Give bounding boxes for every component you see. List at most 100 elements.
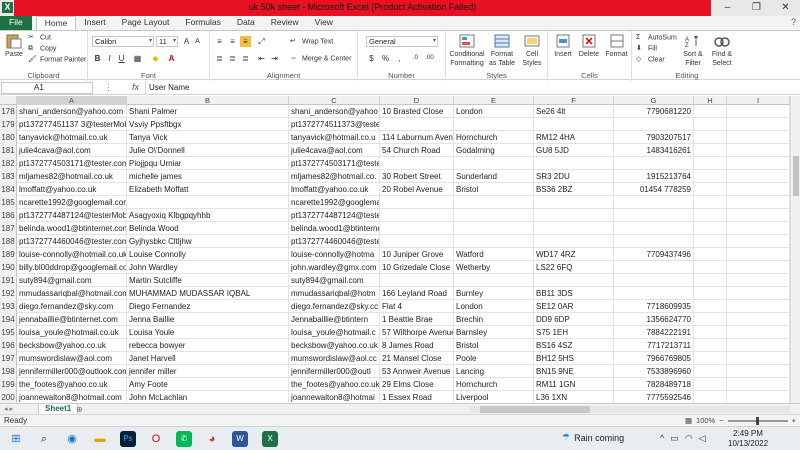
tab-insert[interactable]: Insert — [76, 16, 113, 30]
cell-f[interactable]: L36 1XN — [534, 391, 614, 403]
cell-d[interactable]: 30 Robert Street — [380, 170, 454, 183]
align-right-button[interactable]: ≣ — [240, 53, 251, 64]
bold-button[interactable]: B — [92, 53, 103, 64]
cell-i[interactable] — [727, 183, 790, 196]
cell-h[interactable] — [694, 326, 727, 339]
column-header-b[interactable]: B — [127, 96, 289, 105]
cell-h[interactable] — [694, 365, 727, 378]
cell-d[interactable]: 10 Grizedale Close — [380, 261, 454, 274]
cell-c[interactable]: pt1372774487124@testerMobile.com — [289, 209, 380, 222]
cell-g[interactable]: 7903207517 — [614, 131, 694, 144]
decrease-decimal-button[interactable]: .00 — [424, 53, 435, 64]
autosum-button[interactable]: Σ AutoSum — [636, 33, 677, 42]
tab-review[interactable]: Review — [263, 16, 307, 30]
merge-center-button[interactable]: ⇔ Merge & Center — [290, 54, 351, 63]
column-header-f[interactable]: F — [534, 96, 614, 105]
cell-a[interactable]: pt1372774487124@testerMobile.com — [17, 209, 127, 222]
cell-d[interactable] — [380, 157, 454, 170]
cell-e[interactable]: Bristol — [454, 183, 534, 196]
opera-icon[interactable]: O — [148, 431, 164, 447]
whatsapp-icon[interactable]: ✆ — [176, 431, 192, 447]
cell-i[interactable] — [727, 352, 790, 365]
cell-b[interactable]: Louisa Youle — [127, 326, 289, 339]
cell-e[interactable]: Lancing — [454, 365, 534, 378]
cell-d[interactable] — [380, 222, 454, 235]
cell-a[interactable]: lmoffatt@yahoo.co.uk — [17, 183, 127, 196]
formula-input[interactable]: User Name — [145, 81, 790, 95]
cell-h[interactable] — [694, 391, 727, 403]
cell-e[interactable]: London — [454, 300, 534, 313]
excel-taskbar-icon[interactable]: X — [262, 431, 278, 447]
cell-i[interactable] — [727, 378, 790, 391]
cell-a[interactable]: suty894@gmail.com — [17, 274, 127, 287]
row-header[interactable]: 178 — [0, 105, 17, 118]
cell-c[interactable]: pt1372774503171@tester.com — [289, 157, 380, 170]
cell-i[interactable] — [727, 248, 790, 261]
cell-c[interactable]: Jennabaillie@btintern — [289, 313, 380, 326]
cell-d[interactable]: 29 Elms Close — [380, 378, 454, 391]
align-top-button[interactable]: ≡ — [214, 36, 225, 47]
weather-widget[interactable]: ☂ Rain coming — [562, 432, 624, 443]
cell-h[interactable] — [694, 209, 727, 222]
chrome-icon[interactable]: ◕ — [204, 431, 220, 447]
horizontal-scrollbar[interactable] — [470, 406, 790, 413]
cell-a[interactable]: jennabaillie@btinternet.com — [17, 313, 127, 326]
cell-f[interactable] — [534, 235, 614, 248]
cell-e[interactable]: Hornchurch — [454, 131, 534, 144]
cell-c[interactable]: mmudassariqbal@hotm — [289, 287, 380, 300]
cell-i[interactable] — [727, 300, 790, 313]
cell-g[interactable] — [614, 222, 694, 235]
row-header[interactable]: 183 — [0, 170, 17, 183]
cell-b[interactable]: Martin Sutcliffe — [127, 274, 289, 287]
cell-g[interactable] — [614, 235, 694, 248]
sort-filter-button[interactable]: AZ Sort & Filter — [680, 33, 706, 68]
cell-c[interactable]: suty894@gmail.com — [289, 274, 380, 287]
select-all-corner[interactable] — [0, 96, 17, 105]
cell-b[interactable]: Amy Foote — [127, 378, 289, 391]
cell-g[interactable]: 1483416261 — [614, 144, 694, 157]
cell-c[interactable]: mljames82@hotmail.co. — [289, 170, 380, 183]
cell-e[interactable]: Godalming — [454, 144, 534, 157]
align-bottom-button[interactable]: ≡ — [240, 36, 251, 47]
format-cells-button[interactable]: Format — [603, 33, 630, 59]
cell-d[interactable] — [380, 274, 454, 287]
clear-button[interactable]: ◇ Clear — [636, 55, 665, 64]
cell-c[interactable]: the_footes@yahoo.co.uk — [289, 378, 380, 391]
cell-b[interactable]: Shani Palmer — [127, 105, 289, 118]
cell-e[interactable]: Brechin — [454, 313, 534, 326]
italic-button[interactable]: I — [104, 53, 115, 64]
cell-f[interactable]: BB11 3DS — [534, 287, 614, 300]
cell-i[interactable] — [727, 196, 790, 209]
cut-button[interactable]: ✂ Cut — [28, 33, 51, 42]
cell-d[interactable]: 114 Laburnum Avenu — [380, 131, 454, 144]
cell-e[interactable] — [454, 274, 534, 287]
cell-e[interactable] — [454, 222, 534, 235]
cell-e[interactable]: Wetherby — [454, 261, 534, 274]
insert-cells-button[interactable]: Insert — [551, 33, 575, 59]
word-icon[interactable]: W — [232, 431, 248, 447]
cell-f[interactable]: BS16 4SZ — [534, 339, 614, 352]
cell-e[interactable] — [454, 235, 534, 248]
conditional-formatting-button[interactable]: Conditional Formatting — [449, 33, 485, 68]
cell-d[interactable] — [380, 196, 454, 209]
cell-d[interactable]: 1 Beattie Brae — [380, 313, 454, 326]
cell-h[interactable] — [694, 222, 727, 235]
cell-c[interactable]: john.wardley@gmx.com — [289, 261, 380, 274]
cell-h[interactable] — [694, 105, 727, 118]
cell-c[interactable]: shani_anderson@yahoo — [289, 105, 380, 118]
cell-i[interactable] — [727, 235, 790, 248]
borders-button[interactable]: ▦ — [132, 53, 143, 64]
row-header[interactable]: 188 — [0, 235, 17, 248]
cell-d[interactable]: Flat 4 — [380, 300, 454, 313]
delete-cells-button[interactable]: Delete — [577, 33, 601, 59]
cell-g[interactable] — [614, 287, 694, 300]
cell-g[interactable] — [614, 274, 694, 287]
cell-f[interactable]: SR3 2DU — [534, 170, 614, 183]
cell-e[interactable]: Poole — [454, 352, 534, 365]
cell-c[interactable]: diego.fernandez@sky.cc — [289, 300, 380, 313]
cell-b[interactable]: Janet Harvell — [127, 352, 289, 365]
cell-b[interactable]: Julie O\'Donnell — [127, 144, 289, 157]
column-header-d[interactable]: D — [380, 96, 454, 105]
row-header[interactable]: 193 — [0, 300, 17, 313]
cell-g[interactable] — [614, 209, 694, 222]
